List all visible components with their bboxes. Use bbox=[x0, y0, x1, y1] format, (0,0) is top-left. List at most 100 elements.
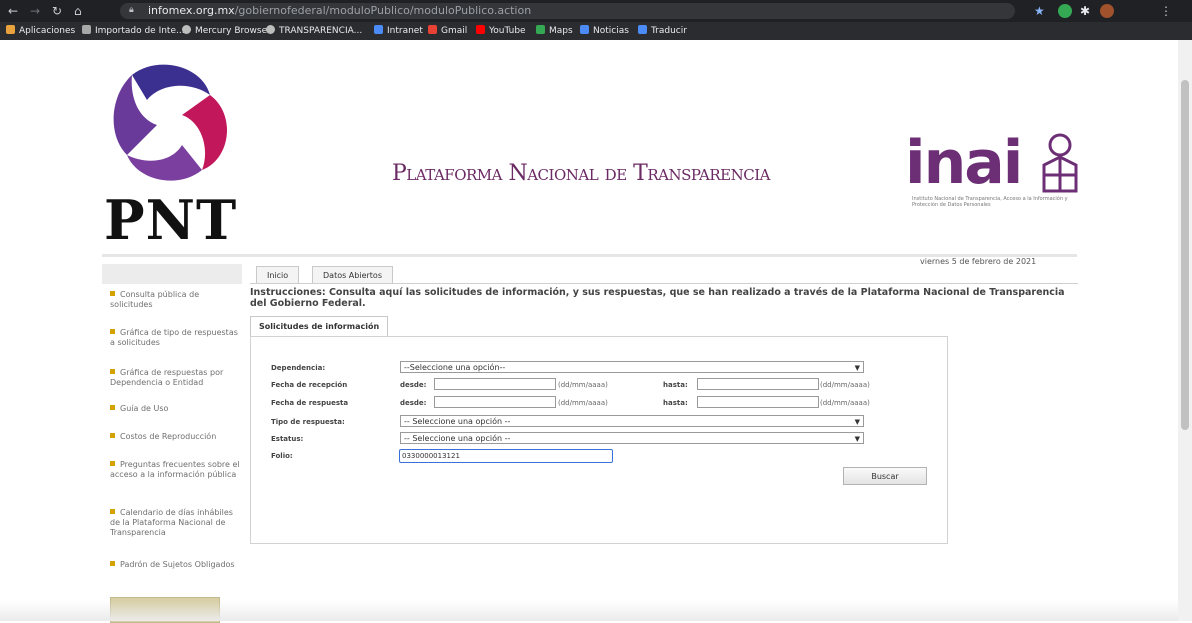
translate-icon bbox=[638, 25, 647, 34]
extensions-puzzle-icon[interactable]: ✱ bbox=[1080, 3, 1090, 19]
tipo-respuesta-label: Tipo de respuesta: bbox=[271, 418, 345, 426]
folder-icon bbox=[82, 25, 91, 34]
bullet-icon bbox=[110, 433, 115, 438]
intranet-icon bbox=[374, 25, 383, 34]
sidebar-header-band bbox=[102, 264, 242, 284]
sidebar-item-consulta[interactable]: Consulta pública de solicitudes bbox=[110, 290, 240, 310]
globe-icon bbox=[182, 25, 191, 34]
recepcion-desde-label: desde: bbox=[400, 381, 427, 389]
bookmark-label: Mercury Browser bbox=[195, 26, 271, 36]
bottom-fade bbox=[0, 600, 1178, 621]
fecha-respuesta-label: Fecha de respuesta bbox=[271, 399, 349, 407]
tabs-divider bbox=[250, 283, 1078, 284]
tipo-respuesta-select[interactable]: -- Seleccione una opción -- ▼ bbox=[400, 415, 864, 427]
inai-subtitle: Instituto Nacional de Transparencia, Acc… bbox=[912, 196, 1068, 208]
recepcion-hasta-input[interactable] bbox=[697, 378, 819, 390]
chevron-down-icon: ▼ bbox=[854, 435, 860, 443]
bookmark-youtube[interactable]: YouTube bbox=[476, 24, 526, 38]
bookmark-label: Intranet bbox=[387, 26, 423, 36]
bookmark-label: TRANSPARENCIA... bbox=[279, 26, 363, 36]
sidebar-item-label: Costos de Reproducción bbox=[120, 432, 217, 441]
current-date: viernes 5 de febrero de 2021 bbox=[920, 257, 1037, 266]
sidebar-item-grafica-dependencia[interactable]: Gráfica de respuestas por Dependencia o … bbox=[110, 368, 240, 388]
bookmark-traducir[interactable]: Traducir bbox=[638, 24, 687, 38]
home-icon[interactable]: ⌂ bbox=[74, 3, 82, 19]
sidebar-item-label: Guía de Uso bbox=[120, 404, 169, 413]
sidebar-item-label: Calendario de días inhábiles de la Plata… bbox=[110, 508, 233, 537]
pnt-logo-text: PNT bbox=[104, 188, 238, 252]
sidebar-item-label: Preguntas frecuentes sobre el acceso a l… bbox=[110, 460, 240, 479]
news-icon bbox=[580, 25, 589, 34]
sidebar-item-label: Consulta pública de solicitudes bbox=[110, 290, 200, 309]
tab-inicio[interactable]: Inicio bbox=[256, 266, 300, 284]
sidebar-item-padron[interactable]: Padrón de Sujetos Obligados bbox=[110, 560, 240, 570]
tab-solicitudes[interactable]: Solicitudes de información bbox=[250, 316, 389, 336]
recepcion-desde-input[interactable] bbox=[434, 378, 556, 390]
bookmark-label: Maps bbox=[549, 26, 573, 36]
estatus-label: Estatus: bbox=[271, 435, 304, 443]
folio-label: Folio: bbox=[271, 452, 293, 460]
bookmark-star-icon[interactable]: ★ bbox=[1034, 3, 1045, 19]
globe-icon bbox=[266, 25, 275, 34]
back-icon[interactable]: ← bbox=[8, 3, 18, 19]
url-domain: infomex.org.mx bbox=[148, 4, 235, 17]
dependencia-select[interactable]: --Seleccione una opción-- ▼ bbox=[400, 361, 864, 373]
bookmark-gmail[interactable]: Gmail bbox=[428, 24, 467, 38]
dependencia-value: --Seleccione una opción-- bbox=[404, 363, 506, 372]
respuesta-hasta-input[interactable] bbox=[697, 396, 819, 408]
dependencia-label: Dependencia: bbox=[271, 364, 326, 372]
page-title: Plataforma Nacional de Transparencia bbox=[392, 161, 771, 186]
bullet-icon bbox=[110, 369, 115, 374]
respuesta-desde-label: desde: bbox=[400, 399, 427, 407]
respuesta-desde-input[interactable] bbox=[434, 396, 556, 408]
bookmark-intranet[interactable]: Intranet bbox=[374, 24, 423, 38]
bookmark-label: Aplicaciones bbox=[19, 26, 76, 36]
sidebar-item-grafica-tipo[interactable]: Gráfica de tipo de respuestas a solicitu… bbox=[110, 328, 240, 348]
bookmark-label: Traducir bbox=[651, 26, 687, 36]
inai-building-icon bbox=[1042, 133, 1078, 193]
bookmark-aplicaciones[interactable]: Aplicaciones bbox=[6, 24, 75, 38]
reload-icon[interactable]: ↻ bbox=[52, 3, 62, 19]
chevron-down-icon: ▼ bbox=[854, 418, 860, 426]
estatus-select[interactable]: -- Seleccione una opción -- ▼ bbox=[400, 432, 864, 444]
profile-avatar[interactable] bbox=[1100, 4, 1114, 18]
sidebar-item-guia[interactable]: Guía de Uso bbox=[110, 404, 240, 414]
sidebar-item-costos[interactable]: Costos de Reproducción bbox=[110, 432, 240, 442]
menu-kebab-icon[interactable]: ⋮ bbox=[1160, 3, 1172, 19]
respuesta-hasta-label: hasta: bbox=[663, 399, 688, 407]
bullet-icon bbox=[110, 461, 115, 466]
date-format-hint: (dd/mm/aaaa) bbox=[820, 399, 870, 407]
url-text[interactable]: infomex.org.mx/gobiernofederal/moduloPub… bbox=[148, 3, 531, 19]
date-format-hint: (dd/mm/aaaa) bbox=[558, 381, 608, 389]
url-path: /gobiernofederal/moduloPublico/moduloPub… bbox=[234, 4, 532, 17]
bookmark-noticias[interactable]: Noticias bbox=[580, 24, 629, 38]
tab-datos-abiertos[interactable]: Datos Abiertos bbox=[312, 266, 393, 284]
instructions-text: Instrucciones: Consulta aquí las solicit… bbox=[250, 287, 1065, 309]
bullet-icon bbox=[110, 329, 115, 334]
bookmark-transparencia[interactable]: TRANSPARENCIA... bbox=[266, 24, 362, 38]
scrollbar-thumb[interactable] bbox=[1181, 80, 1189, 430]
bookmark-maps[interactable]: Maps bbox=[536, 24, 573, 38]
sidebar-item-label: Gráfica de tipo de respuestas a solicitu… bbox=[110, 328, 238, 347]
inai-logo-text: inai bbox=[905, 128, 1023, 198]
fecha-recepcion-label: Fecha de recepción bbox=[271, 381, 348, 389]
lock-icon[interactable]: 🔒︎ bbox=[129, 5, 137, 15]
forward-icon[interactable]: → bbox=[30, 3, 40, 19]
recepcion-hasta-label: hasta: bbox=[663, 381, 688, 389]
date-format-hint: (dd/mm/aaaa) bbox=[558, 399, 608, 407]
extension-green-icon[interactable] bbox=[1058, 4, 1072, 18]
maps-icon bbox=[536, 25, 545, 34]
sidebar-item-preguntas[interactable]: Preguntas frecuentes sobre el acceso a l… bbox=[110, 460, 240, 480]
bullet-icon bbox=[110, 405, 115, 410]
bookmark-label: Noticias bbox=[593, 26, 629, 36]
estatus-value: -- Seleccione una opción -- bbox=[404, 434, 511, 443]
bookmark-label: Importado de Inte... bbox=[95, 26, 185, 36]
date-format-hint: (dd/mm/aaaa) bbox=[820, 381, 870, 389]
buscar-button[interactable]: Buscar bbox=[843, 467, 927, 485]
bookmark-mercury[interactable]: Mercury Browser bbox=[182, 24, 271, 38]
pnt-logo-icon bbox=[113, 64, 228, 181]
bookmark-importado[interactable]: Importado de Inte... bbox=[82, 24, 185, 38]
apps-grid-icon bbox=[6, 25, 15, 34]
sidebar-item-calendario[interactable]: Calendario de días inhábiles de la Plata… bbox=[110, 508, 240, 538]
folio-input[interactable]: 0330000013121 bbox=[399, 449, 613, 463]
